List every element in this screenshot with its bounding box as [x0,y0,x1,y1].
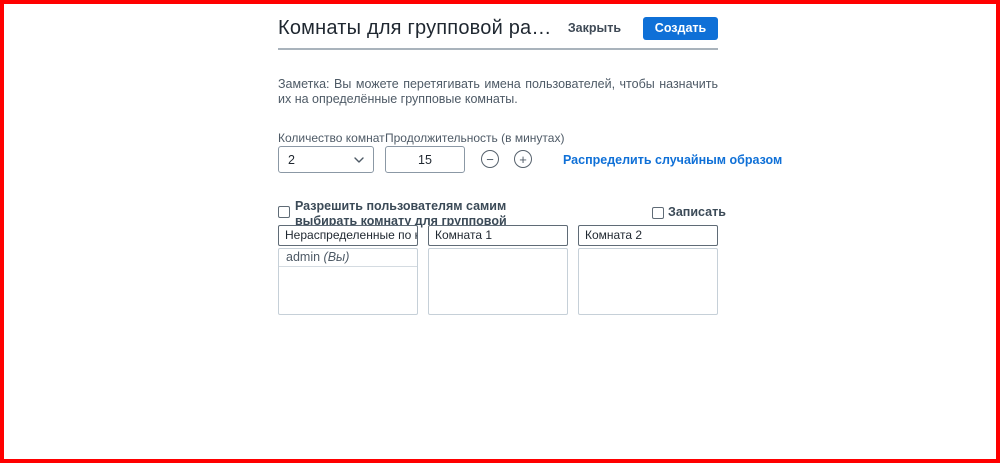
breakout-columns: Нераспределенные по комнат admin (Вы) Ко… [278,225,718,315]
breakout-rooms-modal: Комнаты для групповой ра… Закрыть Создат… [278,4,718,459]
random-assign-link[interactable]: Распределить случайным образом [563,153,782,167]
create-button[interactable]: Создать [643,17,718,40]
column-header: Комната 2 [578,225,718,246]
column-header: Нераспределенные по комнат [278,225,418,246]
close-button[interactable]: Закрыть [568,21,621,35]
duration-label: Продолжительность (в минутах) [385,131,564,145]
breakout-column-unassigned: Нераспределенные по комнат admin (Вы) [278,225,418,315]
user-suffix: (Вы) [324,250,350,264]
chevron-down-icon [354,157,364,163]
column-body-dropzone[interactable] [428,248,568,315]
note-text: Заметка: Вы можете перетягивать имена по… [278,77,718,107]
controls-row: 2 − + Распределить случайным образом [278,146,718,173]
rooms-count-label: Количество комнат [278,131,385,145]
allow-choose-room-checkbox[interactable] [278,206,290,218]
modal-header: Комнаты для групповой ра… Закрыть Создат… [278,15,718,41]
header-divider [278,48,718,50]
column-header: Комната 1 [428,225,568,246]
record-label: Записать [668,205,726,219]
options-row: Разрешить пользователям самим выбирать к… [278,198,718,228]
user-name: admin [286,250,320,264]
decrease-duration-button[interactable]: − [481,150,499,168]
app-background: Комнаты для групповой ра… Закрыть Создат… [0,0,1000,463]
rooms-count-value: 2 [288,153,295,167]
increase-duration-button[interactable]: + [514,150,532,168]
page-title: Комнаты для групповой ра… [278,17,568,40]
rooms-count-select[interactable]: 2 [278,146,374,173]
column-body-dropzone[interactable]: admin (Вы) [278,248,418,315]
breakout-column-room2: Комната 2 [578,225,718,315]
record-checkbox[interactable] [652,207,664,219]
breakout-column-room1: Комната 1 [428,225,568,315]
plus-icon: + [519,153,527,166]
column-body-dropzone[interactable] [578,248,718,315]
duration-input[interactable] [385,146,465,173]
minus-icon: − [486,153,494,166]
user-item[interactable]: admin (Вы) [279,249,417,267]
